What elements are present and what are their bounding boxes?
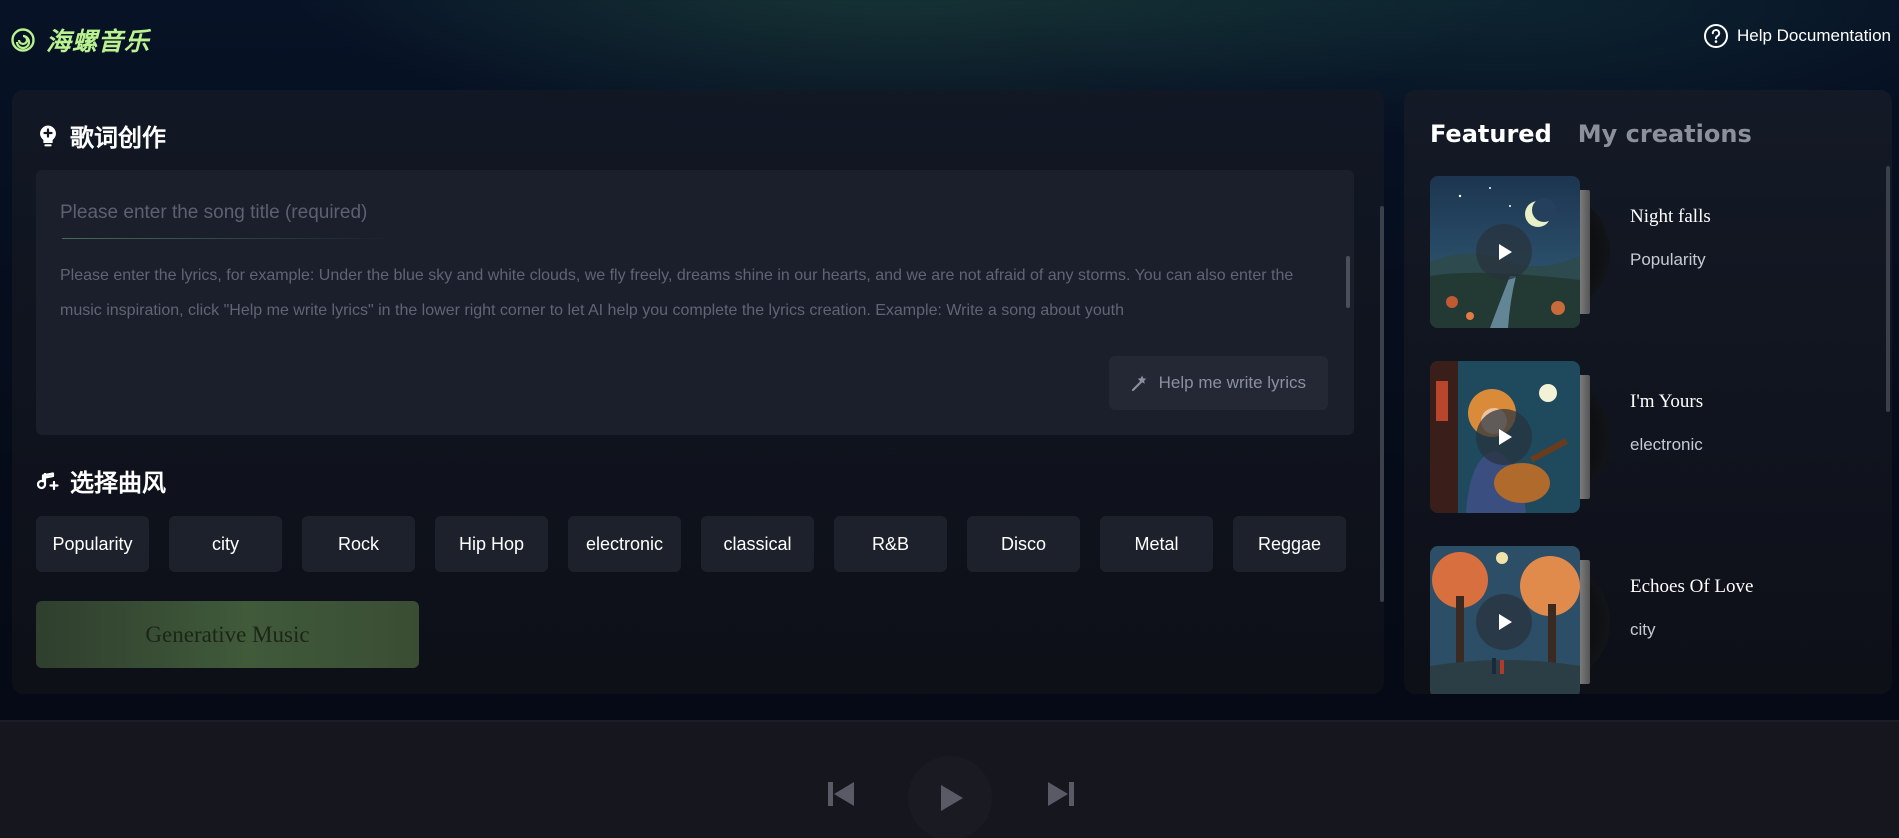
help-write-label: Help me write lyrics bbox=[1158, 373, 1306, 392]
lyrics-textarea[interactable] bbox=[60, 258, 1330, 338]
style-section-label: 选择曲风 bbox=[70, 469, 166, 497]
app-name: 海螺音乐 bbox=[46, 27, 151, 56]
player-bar bbox=[0, 720, 1899, 838]
play-song-button[interactable] bbox=[1476, 409, 1532, 465]
play-icon bbox=[941, 785, 963, 811]
music-style-list: Popularity city Rock Hip Hop electronic … bbox=[36, 516, 1346, 572]
tab-featured[interactable]: Featured bbox=[1430, 120, 1552, 148]
help-documentation-link[interactable]: Help Documentation bbox=[1703, 23, 1891, 49]
style-chip-popularity[interactable]: Popularity bbox=[36, 516, 149, 572]
song-card[interactable]: I'm Yours electronic bbox=[1430, 361, 1870, 513]
song-card[interactable]: Night falls Popularity bbox=[1430, 176, 1870, 328]
song-title-input[interactable] bbox=[60, 198, 1260, 228]
song-style-tag: city bbox=[1630, 620, 1656, 639]
style-chip-metal[interactable]: Metal bbox=[1100, 516, 1213, 572]
song-list-panel: Featured My creations Night falls Popula… bbox=[1404, 90, 1892, 694]
style-section-title: 选择曲风 bbox=[36, 463, 166, 498]
next-icon bbox=[1048, 782, 1074, 806]
song-list-scrollbar[interactable] bbox=[1886, 166, 1890, 412]
style-chip-rnb[interactable]: R&B bbox=[834, 516, 947, 572]
generate-music-button[interactable]: Generative Music bbox=[36, 601, 419, 668]
magic-wand-icon bbox=[1131, 375, 1146, 392]
play-icon bbox=[1499, 614, 1512, 630]
style-chip-reggae[interactable]: Reggae bbox=[1233, 516, 1346, 572]
lyrics-scrollbar[interactable] bbox=[1346, 256, 1350, 308]
song-style-tag: Popularity bbox=[1630, 250, 1706, 269]
style-chip-electronic[interactable]: electronic bbox=[568, 516, 681, 572]
help-write-lyrics-button[interactable]: Help me write lyrics bbox=[1108, 356, 1328, 410]
lyrics-editor: Help me write lyrics bbox=[36, 170, 1354, 435]
song-cover bbox=[1430, 361, 1610, 513]
snail-logo-icon bbox=[11, 28, 35, 52]
play-icon bbox=[1499, 429, 1512, 445]
main-play-button[interactable] bbox=[908, 756, 992, 838]
lyrics-section-title: 歌词创作 bbox=[36, 118, 166, 153]
panel-scrollbar[interactable] bbox=[1380, 206, 1384, 602]
song-title: Echoes Of Love bbox=[1630, 576, 1754, 597]
top-bar: 海螺音乐 Help Documentation bbox=[0, 0, 1899, 72]
tab-my-creations[interactable]: My creations bbox=[1578, 120, 1752, 148]
style-chip-rock[interactable]: Rock bbox=[302, 516, 415, 572]
play-song-button[interactable] bbox=[1476, 224, 1532, 280]
song-style-tag: electronic bbox=[1630, 435, 1703, 454]
title-underline bbox=[62, 238, 392, 239]
music-note-plus-icon bbox=[36, 471, 59, 490]
song-cover bbox=[1430, 176, 1610, 328]
next-track-button[interactable] bbox=[1046, 779, 1076, 809]
app-logo[interactable]: 海螺音乐 bbox=[10, 22, 150, 58]
song-card[interactable]: Echoes Of Love city bbox=[1430, 546, 1870, 694]
song-tabs: Featured My creations bbox=[1430, 120, 1752, 148]
style-chip-disco[interactable]: Disco bbox=[967, 516, 1080, 572]
play-song-button[interactable] bbox=[1476, 594, 1532, 650]
song-cover bbox=[1430, 546, 1610, 694]
song-title: Night falls bbox=[1630, 206, 1711, 227]
question-circle-icon bbox=[1703, 24, 1728, 48]
style-chip-hip-hop[interactable]: Hip Hop bbox=[435, 516, 548, 572]
help-label: Help Documentation bbox=[1736, 26, 1891, 45]
style-chip-city[interactable]: city bbox=[169, 516, 282, 572]
play-icon bbox=[1499, 244, 1512, 260]
creation-panel: 歌词创作 Help me write lyrics 选择曲风 Popularit… bbox=[12, 90, 1384, 694]
previous-icon bbox=[828, 782, 854, 806]
lightbulb-plus-icon bbox=[40, 125, 56, 146]
song-title: I'm Yours bbox=[1630, 391, 1704, 412]
lyrics-section-label: 歌词创作 bbox=[70, 124, 166, 152]
previous-track-button[interactable] bbox=[826, 779, 856, 809]
style-chip-classical[interactable]: classical bbox=[701, 516, 814, 572]
